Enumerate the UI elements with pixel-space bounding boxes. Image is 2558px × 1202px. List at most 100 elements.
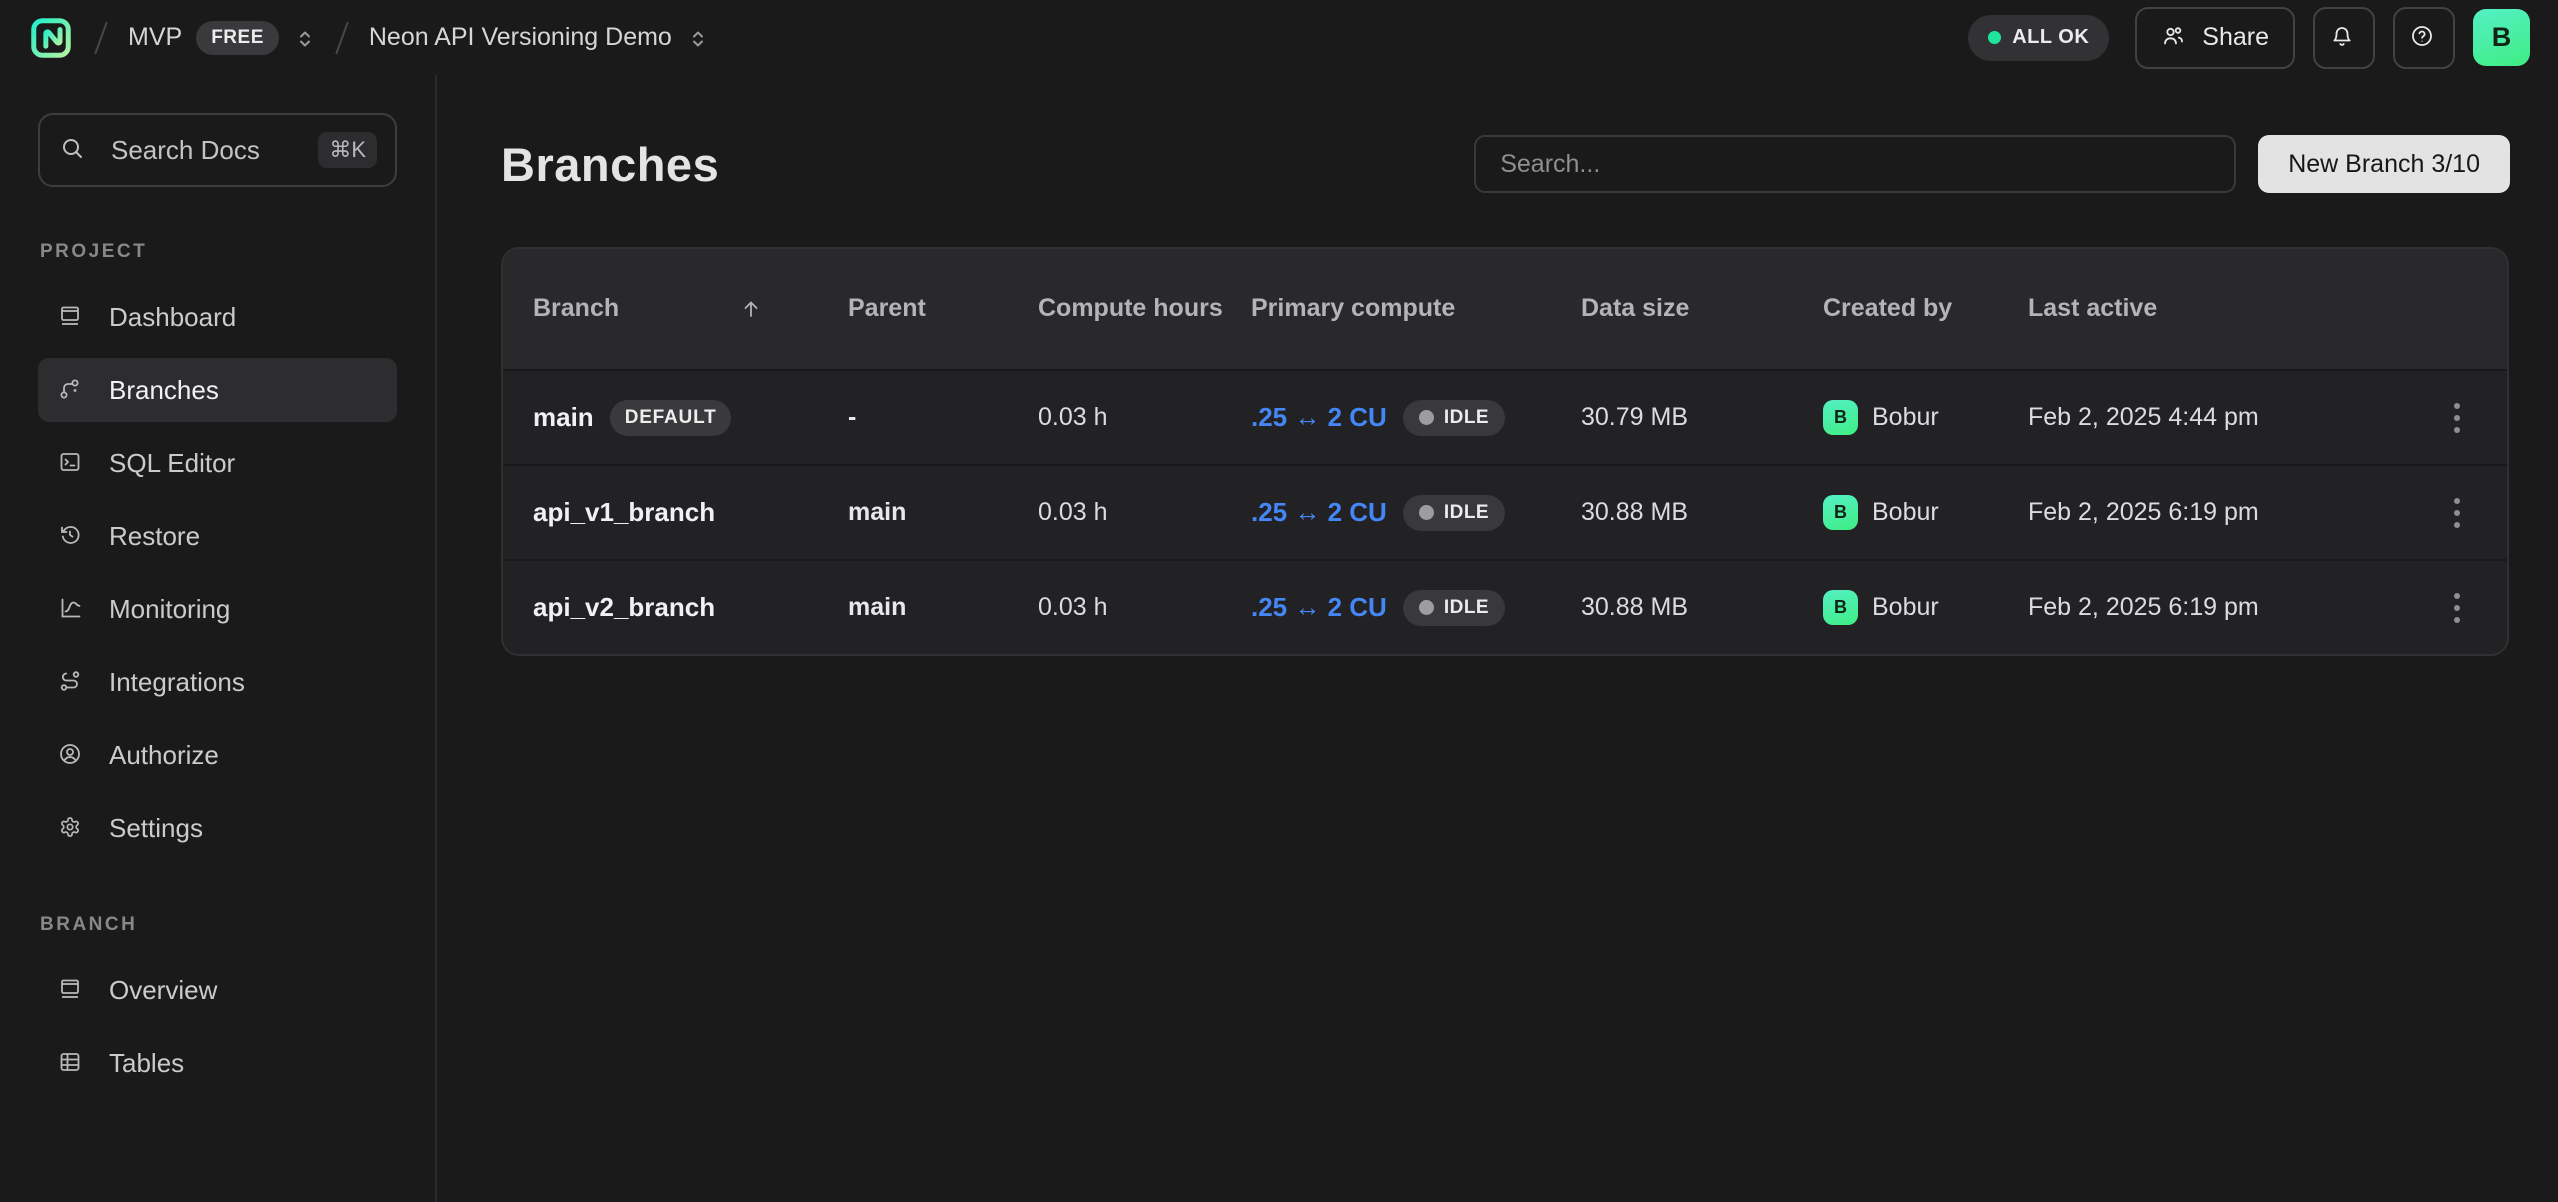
dashboard-icon bbox=[58, 304, 85, 331]
column-header-branch[interactable]: Branch bbox=[533, 293, 848, 324]
sidebar-item-dashboard[interactable]: Dashboard bbox=[38, 285, 397, 349]
breadcrumb-project[interactable]: Neon API Versioning Demo bbox=[369, 23, 708, 52]
new-branch-button[interactable]: New Branch 3/10 bbox=[2258, 135, 2510, 193]
sidebar-item-sql-editor[interactable]: SQL Editor bbox=[38, 431, 397, 495]
sidebar-item-monitoring[interactable]: Monitoring bbox=[38, 577, 397, 641]
sidebar-item-tables[interactable]: Tables bbox=[38, 1031, 397, 1095]
creator-name: Bobur bbox=[1872, 498, 1939, 527]
table-row[interactable]: main DEFAULT - 0.03 h .25 ↔ 2 CU IDLE 30… bbox=[503, 369, 2507, 464]
monitoring-icon bbox=[58, 596, 85, 623]
compute-hours: 0.03 h bbox=[1038, 498, 1251, 527]
sidebar-item-overview[interactable]: Overview bbox=[38, 958, 397, 1022]
section-heading: PROJECT bbox=[40, 241, 397, 263]
creator-avatar: B bbox=[1823, 400, 1858, 435]
share-label: Share bbox=[2202, 23, 2269, 52]
branch-search-input[interactable] bbox=[1474, 135, 2236, 193]
share-button[interactable]: Share bbox=[2135, 7, 2295, 69]
last-active: Feb 2, 2025 6:19 pm bbox=[2028, 593, 2407, 622]
sql-editor-icon bbox=[58, 450, 85, 477]
table-row[interactable]: api_v2_branch main 0.03 h .25 ↔ 2 CU IDL… bbox=[503, 559, 2507, 654]
settings-icon bbox=[58, 815, 85, 842]
primary-compute-link[interactable]: .25 ↔ 2 CU bbox=[1251, 402, 1387, 433]
search-icon bbox=[60, 136, 89, 165]
help-button[interactable] bbox=[2393, 7, 2455, 69]
creator-name: Bobur bbox=[1872, 403, 1939, 432]
row-menu-button[interactable] bbox=[2444, 583, 2470, 633]
project-name: Neon API Versioning Demo bbox=[369, 23, 672, 52]
status-badge[interactable]: ALL OK bbox=[1968, 15, 2109, 61]
overview-icon bbox=[58, 977, 85, 1004]
compute-hours: 0.03 h bbox=[1038, 593, 1251, 622]
status-label: ALL OK bbox=[2012, 26, 2089, 49]
help-icon bbox=[2410, 24, 2438, 52]
state-dot-icon bbox=[1419, 600, 1434, 615]
sidebar-section-branch: BRANCH Overview Tables bbox=[38, 914, 397, 1095]
sidebar-section-project: PROJECT Dashboard Branches SQL Editor Re… bbox=[38, 241, 397, 860]
state-dot-icon bbox=[1419, 505, 1434, 520]
branches-table: Branch Parent Compute hours Primary comp… bbox=[501, 247, 2509, 656]
row-menu-button[interactable] bbox=[2444, 488, 2470, 538]
branch-name[interactable]: api_v1_branch bbox=[533, 497, 715, 528]
compute-hours: 0.03 h bbox=[1038, 403, 1251, 432]
breadcrumb-separator bbox=[94, 21, 108, 54]
branches-icon bbox=[58, 377, 85, 404]
sidebar: Search Docs ⌘K PROJECT Dashboard Branche… bbox=[0, 75, 437, 1202]
top-bar: MVP FREE Neon API Versioning Demo ALL OK… bbox=[0, 0, 2558, 75]
search-docs-label: Search Docs bbox=[111, 135, 318, 166]
sidebar-item-branches[interactable]: Branches bbox=[38, 358, 397, 422]
last-active: Feb 2, 2025 6:19 pm bbox=[2028, 498, 2407, 527]
branch-name[interactable]: main bbox=[533, 402, 594, 433]
authorize-icon bbox=[58, 742, 85, 769]
bell-icon bbox=[2330, 24, 2358, 52]
row-menu-button[interactable] bbox=[2444, 393, 2470, 443]
column-header-created-by: Created by bbox=[1823, 293, 2028, 324]
sidebar-item-settings[interactable]: Settings bbox=[38, 796, 397, 860]
data-size: 30.88 MB bbox=[1581, 593, 1823, 622]
tables-icon bbox=[58, 1050, 85, 1077]
branch-name[interactable]: api_v2_branch bbox=[533, 592, 715, 623]
sidebar-item-authorize[interactable]: Authorize bbox=[38, 723, 397, 787]
status-dot-icon bbox=[1988, 31, 2001, 44]
sidebar-item-restore[interactable]: Restore bbox=[38, 504, 397, 568]
search-docs-button[interactable]: Search Docs ⌘K bbox=[38, 113, 397, 187]
parent-branch: main bbox=[848, 593, 1038, 622]
compute-state-badge: IDLE bbox=[1403, 495, 1505, 531]
main-content: Branches New Branch 3/10 Branch Parent C… bbox=[437, 75, 2558, 1202]
compute-state-badge: IDLE bbox=[1403, 590, 1505, 626]
sidebar-item-integrations[interactable]: Integrations bbox=[38, 650, 397, 714]
creator-name: Bobur bbox=[1872, 593, 1939, 622]
org-name: MVP bbox=[128, 23, 182, 52]
state-dot-icon bbox=[1419, 410, 1434, 425]
column-header-primary-compute: Primary compute bbox=[1251, 293, 1581, 324]
creator-avatar: B bbox=[1823, 495, 1858, 530]
column-header-parent: Parent bbox=[848, 293, 1038, 324]
restore-icon bbox=[58, 523, 85, 550]
last-active: Feb 2, 2025 4:44 pm bbox=[2028, 403, 2407, 432]
column-header-data-size: Data size bbox=[1581, 293, 1823, 324]
integrations-icon bbox=[58, 669, 85, 696]
primary-compute-link[interactable]: .25 ↔ 2 CU bbox=[1251, 497, 1387, 528]
notifications-button[interactable] bbox=[2313, 7, 2375, 69]
keyboard-shortcut-badge: ⌘K bbox=[318, 132, 377, 168]
column-header-last-active: Last active bbox=[2028, 293, 2407, 324]
column-header-compute-hours: Compute hours bbox=[1038, 293, 1251, 324]
parent-branch: main bbox=[848, 498, 1038, 527]
table-header-row: Branch Parent Compute hours Primary comp… bbox=[503, 249, 2507, 369]
users-icon bbox=[2161, 24, 2189, 52]
creator-avatar: B bbox=[1823, 590, 1858, 625]
breadcrumb-separator bbox=[335, 21, 349, 54]
section-heading: BRANCH bbox=[40, 914, 397, 936]
page-title: Branches bbox=[501, 137, 719, 192]
data-size: 30.79 MB bbox=[1581, 403, 1823, 432]
default-badge: DEFAULT bbox=[610, 400, 732, 436]
compute-state-badge: IDLE bbox=[1403, 400, 1505, 436]
user-avatar[interactable]: B bbox=[2473, 9, 2530, 66]
neon-logo-icon[interactable] bbox=[28, 15, 74, 61]
data-size: 30.88 MB bbox=[1581, 498, 1823, 527]
sort-ascending-icon[interactable] bbox=[739, 297, 764, 322]
plan-badge: FREE bbox=[196, 21, 279, 55]
table-row[interactable]: api_v1_branch main 0.03 h .25 ↔ 2 CU IDL… bbox=[503, 464, 2507, 559]
primary-compute-link[interactable]: .25 ↔ 2 CU bbox=[1251, 592, 1387, 623]
breadcrumb-org[interactable]: MVP FREE bbox=[128, 21, 315, 55]
chevron-selector-icon bbox=[686, 27, 708, 49]
